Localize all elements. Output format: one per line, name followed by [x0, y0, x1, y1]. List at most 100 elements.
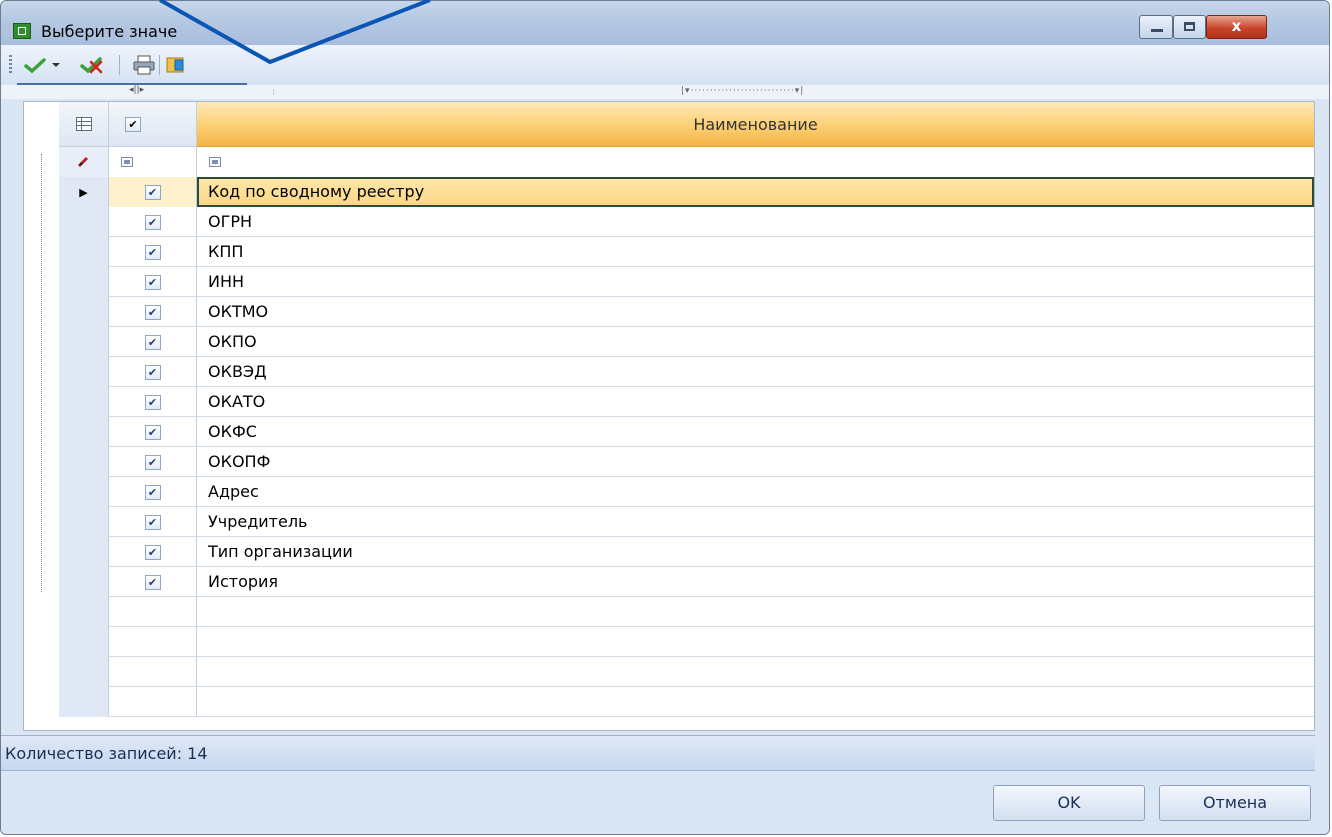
row-indicator[interactable] [59, 387, 109, 417]
row-checkbox-cell[interactable]: ✔ [109, 237, 197, 267]
column-header-name[interactable]: Наименование [197, 102, 1314, 147]
row-checkbox-cell[interactable]: ✔ [109, 417, 197, 447]
row-name-cell[interactable]: История [197, 567, 1314, 597]
row-indicator[interactable] [59, 657, 109, 687]
row-checkbox[interactable]: ✔ [144, 364, 161, 380]
row-checkbox[interactable]: ✔ [144, 394, 161, 410]
header-select-all-checkbox[interactable]: ✔ [109, 102, 197, 147]
minimize-button[interactable] [1139, 15, 1173, 39]
table-row[interactable]: ✔ ОГРН [59, 207, 1314, 237]
column-chooser-button[interactable] [59, 102, 109, 147]
row-name-cell[interactable]: ОКВЭД [197, 357, 1314, 387]
row-indicator[interactable] [59, 417, 109, 447]
row-checkbox[interactable]: ✔ [144, 424, 161, 440]
row-indicator[interactable] [59, 447, 109, 477]
row-checkbox-cell[interactable]: ✔ [109, 477, 197, 507]
title-bar[interactable]: Выберите значе x [1, 1, 1329, 45]
row-checkbox[interactable]: ✔ [144, 334, 161, 350]
row-name-cell[interactable]: ОКАТО [197, 387, 1314, 417]
row-checkbox-cell[interactable]: ✔ [109, 267, 197, 297]
table-icon [75, 117, 92, 131]
clear-filter-button[interactable] [59, 147, 109, 177]
row-checkbox-cell [109, 627, 197, 657]
table-row[interactable]: ✔ Учредитель [59, 507, 1314, 537]
row-checkbox[interactable]: ✔ [144, 214, 161, 230]
table-row[interactable]: ✔ ОКФС [59, 417, 1314, 447]
row-checkbox[interactable]: ✔ [144, 274, 161, 290]
row-checkbox-cell[interactable]: ✔ [109, 507, 197, 537]
filter-name-cell[interactable] [197, 147, 1314, 177]
row-name-cell[interactable]: Тип организации [197, 537, 1314, 567]
row-indicator[interactable] [59, 207, 109, 237]
row-name-cell[interactable]: ИНН [197, 267, 1314, 297]
export-button[interactable] [163, 53, 189, 77]
table-row[interactable]: ✔ ОКАТО [59, 387, 1314, 417]
ok-button[interactable]: OK [993, 785, 1145, 821]
row-checkbox-cell[interactable]: ✔ [109, 207, 197, 237]
row-indicator[interactable] [59, 477, 109, 507]
table-row[interactable]: ✔ ОКТМО [59, 297, 1314, 327]
table-row[interactable]: ✔ КПП [59, 237, 1314, 267]
table-row[interactable]: ✔ ОКПО [59, 327, 1314, 357]
row-checkbox[interactable]: ✔ [144, 184, 161, 200]
row-checkbox[interactable]: ✔ [144, 304, 161, 320]
row-checkbox-cell[interactable]: ✔ [109, 177, 197, 207]
row-name-cell[interactable]: Код по сводному реестру [197, 177, 1314, 207]
row-name-cell [197, 627, 1314, 657]
toolbar-grip[interactable] [9, 55, 12, 75]
row-name-cell[interactable]: КПП [197, 237, 1314, 267]
table-row[interactable]: ✔ ОКОПФ [59, 447, 1314, 477]
row-indicator[interactable] [59, 357, 109, 387]
select-all-button[interactable] [23, 53, 47, 77]
select-dropdown-button[interactable] [49, 53, 63, 77]
row-checkbox[interactable]: ✔ [144, 484, 161, 500]
row-checkbox[interactable]: ✔ [144, 544, 161, 560]
print-button[interactable] [131, 53, 157, 77]
current-row-icon: ▶ [79, 185, 88, 199]
row-checkbox[interactable]: ✔ [144, 514, 161, 530]
row-name-cell[interactable]: ОКОПФ [197, 447, 1314, 477]
row-checkbox-cell[interactable]: ✔ [109, 537, 197, 567]
row-checkbox[interactable]: ✔ [144, 244, 161, 260]
row-checkbox-cell[interactable]: ✔ [109, 567, 197, 597]
row-name-cell[interactable]: ОКФС [197, 417, 1314, 447]
row-name-cell[interactable]: Адрес [197, 477, 1314, 507]
row-indicator[interactable] [59, 567, 109, 597]
dialog-window: Выберите значе x ◂||▸ |▾················… [0, 0, 1330, 835]
row-indicator[interactable] [59, 687, 109, 717]
cancel-button[interactable]: Отмена [1159, 785, 1311, 821]
row-checkbox-cell[interactable]: ✔ [109, 357, 197, 387]
row-indicator[interactable] [59, 507, 109, 537]
table-row[interactable]: ✔ ОКВЭД [59, 357, 1314, 387]
filter-checkbox-cell[interactable] [109, 147, 197, 177]
row-indicator[interactable] [59, 297, 109, 327]
row-checkbox[interactable]: ✔ [144, 574, 161, 590]
splitter-handle-icon[interactable]: ◂||▸ [129, 85, 144, 95]
row-name-cell[interactable]: ОКТМО [197, 297, 1314, 327]
row-checkbox[interactable]: ✔ [144, 454, 161, 470]
row-name-cell[interactable]: ОГРН [197, 207, 1314, 237]
row-indicator[interactable] [59, 237, 109, 267]
deselect-all-button[interactable] [79, 53, 105, 77]
row-name-cell[interactable]: Учредитель [197, 507, 1314, 537]
row-checkbox-cell[interactable]: ✔ [109, 327, 197, 357]
table-row[interactable]: ✔ Тип организации [59, 537, 1314, 567]
row-indicator[interactable] [59, 627, 109, 657]
row-indicator[interactable] [59, 327, 109, 357]
close-button[interactable]: x [1206, 15, 1267, 39]
row-name-cell[interactable]: ОКПО [197, 327, 1314, 357]
table-row[interactable]: ✔ Адрес [59, 477, 1314, 507]
row-checkbox-cell[interactable]: ✔ [109, 297, 197, 327]
layout-splitter[interactable]: ◂||▸ |▾···························▾| [1, 85, 1329, 99]
filter-row [59, 147, 1314, 178]
table-row[interactable]: ✔ ИНН [59, 267, 1314, 297]
table-row[interactable]: ▶ ✔ Код по сводному реестру [59, 177, 1314, 207]
row-indicator[interactable] [59, 597, 109, 627]
row-checkbox-cell[interactable]: ✔ [109, 447, 197, 477]
row-indicator[interactable] [59, 267, 109, 297]
maximize-button[interactable] [1173, 15, 1206, 39]
row-indicator[interactable] [59, 537, 109, 567]
row-checkbox-cell[interactable]: ✔ [109, 387, 197, 417]
table-row[interactable]: ✔ История [59, 567, 1314, 597]
row-indicator[interactable]: ▶ [59, 177, 109, 207]
